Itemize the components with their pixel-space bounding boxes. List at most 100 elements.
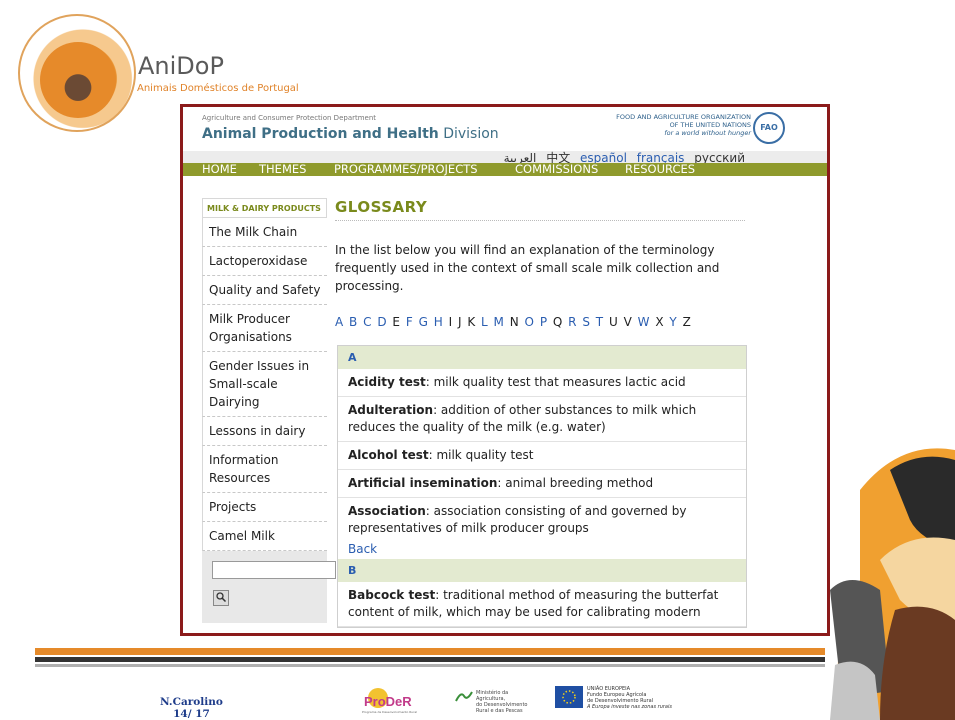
glossary-entry: Association: association consisting of a…: [338, 498, 746, 542]
alpha-letter: Z: [682, 315, 691, 329]
section-header-b: B: [338, 559, 746, 582]
alpha-link[interactable]: O: [525, 315, 534, 329]
proder-subtitle: Programa de Desenvolvimento Rural: [362, 710, 418, 714]
footer-band-orange: [35, 648, 825, 655]
page-title: GLOSSARY: [335, 198, 745, 221]
animal-collage-image: [830, 448, 955, 720]
proder-logo: ProDeR Programa de Desenvolvimento Rural: [362, 688, 418, 714]
eu-flag-icon: [555, 686, 583, 708]
alpha-link[interactable]: P: [540, 315, 547, 329]
alpha-letter: K: [467, 315, 476, 329]
alpha-letter: J: [457, 315, 462, 329]
glossary-term: Adulteration: [348, 403, 434, 417]
glossary-list: A Acidity test: milk quality test that m…: [337, 345, 747, 628]
anidop-logo-animals: [40, 42, 116, 118]
alpha-link[interactable]: H: [434, 315, 443, 329]
glossary-entry: Babcock test: traditional method of meas…: [338, 582, 746, 627]
alpha-letter: X: [655, 315, 664, 329]
glossary-definition: : milk quality test: [428, 448, 534, 462]
alpha-link[interactable]: S: [582, 315, 590, 329]
alpha-link[interactable]: G: [419, 315, 428, 329]
fao-header: Agriculture and Consumer Protection Depa…: [183, 107, 827, 151]
sidebar-item-milk-chain[interactable]: The Milk Chain: [202, 218, 327, 247]
search-button[interactable]: [213, 590, 229, 606]
sidebar-search: [202, 551, 336, 623]
alpha-letter: E: [392, 315, 400, 329]
alpha-link[interactable]: C: [363, 315, 371, 329]
nav-home[interactable]: HOME: [202, 162, 237, 176]
ministerio-line: Rural e das Pescas: [476, 708, 523, 714]
glossary-entry: Artificial insemination: animal breeding…: [338, 470, 746, 498]
brand-subtitle: Animais Domésticos de Portugal: [137, 83, 299, 94]
section-header-a: A: [338, 346, 746, 369]
alpha-link[interactable]: A: [335, 315, 343, 329]
glossary-term: Alcohol test: [348, 448, 429, 462]
nav-resources[interactable]: RESOURCES: [625, 162, 695, 176]
sidebar-heading: MILK & DAIRY PRODUCTS: [202, 198, 327, 218]
sidebar-item-gender-issues[interactable]: Gender Issues in Small-scale Dairying: [202, 352, 327, 417]
glossary-definition: : animal breeding method: [497, 476, 654, 490]
magnifier-icon: [216, 592, 227, 603]
glossary-entry: Alcohol test: milk quality test: [338, 442, 746, 470]
fao-org-name: FOOD AND AGRICULTURE ORGANIZATION OF THE…: [616, 113, 751, 137]
division-title-rest: Division: [438, 126, 499, 142]
nav-themes[interactable]: THEMES: [259, 162, 306, 176]
division-title[interactable]: Animal Production and Health Division: [202, 126, 499, 142]
fao-org-line3: for a world without hunger: [664, 129, 751, 137]
glossary-term: Artificial insemination: [348, 476, 498, 490]
proder-text: ProDeR: [364, 694, 412, 709]
division-title-bold: Animal Production and Health: [202, 126, 439, 142]
sidebar-item-camel-milk[interactable]: Camel Milk: [202, 522, 327, 551]
footer-band-dark: [35, 657, 825, 662]
sidebar-item-information-resources[interactable]: Information Resources: [202, 446, 327, 493]
nav-programmes-projects[interactable]: PROGRAMMES/PROJECTS: [334, 162, 478, 176]
alpha-letter: Q: [552, 315, 563, 329]
fao-org-line2: OF THE UNITED NATIONS: [669, 121, 751, 129]
alphabet-index: A B C D E F G H I J K L M N O P Q R S T …: [335, 313, 745, 331]
sidebar-item-lessons-dairy[interactable]: Lessons in dairy: [202, 417, 327, 446]
sidebar-item-quality-safety[interactable]: Quality and Safety: [202, 276, 327, 305]
alpha-letter: V: [623, 315, 632, 329]
nav-commissions[interactable]: COMMISSIONS: [515, 162, 598, 176]
glossary-definition: : milk quality test that measures lactic…: [425, 375, 686, 389]
alpha-link[interactable]: F: [406, 315, 413, 329]
glossary-term: Association: [348, 504, 426, 518]
sidebar: MILK & DAIRY PRODUCTS The Milk Chain Lac…: [202, 198, 336, 623]
brand-name: AniDoP: [138, 52, 224, 80]
sidebar-item-lactoperoxidase[interactable]: Lactoperoxidase: [202, 247, 327, 276]
glossary-entry: Acidity test: milk quality test that mea…: [338, 369, 746, 397]
glossary-term: Acidity test: [348, 375, 426, 389]
sidebar-item-projects[interactable]: Projects: [202, 493, 327, 522]
alpha-link[interactable]: W: [638, 315, 650, 329]
eu-logo-text: UNIÃO EUROPEIA Fundo Europeu Agrícola de…: [587, 686, 672, 710]
glossary-term: Babcock test: [348, 588, 436, 602]
ministerio-emblem-icon: [455, 691, 473, 702]
page-number: 14/ 17: [173, 708, 210, 720]
alpha-link[interactable]: T: [596, 315, 603, 329]
alpha-link[interactable]: B: [349, 315, 357, 329]
footer-band-grey: [35, 664, 825, 667]
department-label: Agriculture and Consumer Protection Depa…: [202, 114, 377, 122]
eu-line: A Europa investe nas zonas rurais: [587, 704, 672, 710]
main-content: GLOSSARY In the list below you will find…: [335, 198, 747, 628]
back-link[interactable]: Back: [338, 542, 746, 559]
author-credit: N.Carolino 14/ 17: [160, 696, 223, 720]
alpha-link[interactable]: M: [494, 315, 504, 329]
alpha-link[interactable]: R: [568, 315, 576, 329]
intro-text: In the list below you will find an expla…: [335, 243, 720, 293]
alpha-letter: N: [509, 315, 519, 329]
author-name: N.Carolino: [160, 696, 223, 708]
ministerio-logo-text: Ministério da Agricultura, do Desenvolvi…: [476, 690, 528, 714]
main-nav: HOME THEMES PROGRAMMES/PROJECTS COMMISSI…: [183, 162, 827, 176]
fao-org-line1: FOOD AND AGRICULTURE ORGANIZATION: [616, 113, 751, 121]
sidebar-item-producer-organisations[interactable]: Milk Producer Organisations: [202, 305, 327, 352]
alpha-link[interactable]: L: [481, 315, 488, 329]
glossary-entry: Adulteration: addition of other substanc…: [338, 397, 746, 442]
fao-logo[interactable]: FAO: [753, 112, 785, 144]
alpha-letter: I: [448, 315, 453, 329]
alpha-link[interactable]: D: [377, 315, 386, 329]
alpha-letter: U: [608, 315, 618, 329]
alpha-link[interactable]: Y: [669, 315, 676, 329]
fao-page-screenshot: Agriculture and Consumer Protection Depa…: [180, 104, 830, 636]
search-input[interactable]: [212, 561, 336, 579]
